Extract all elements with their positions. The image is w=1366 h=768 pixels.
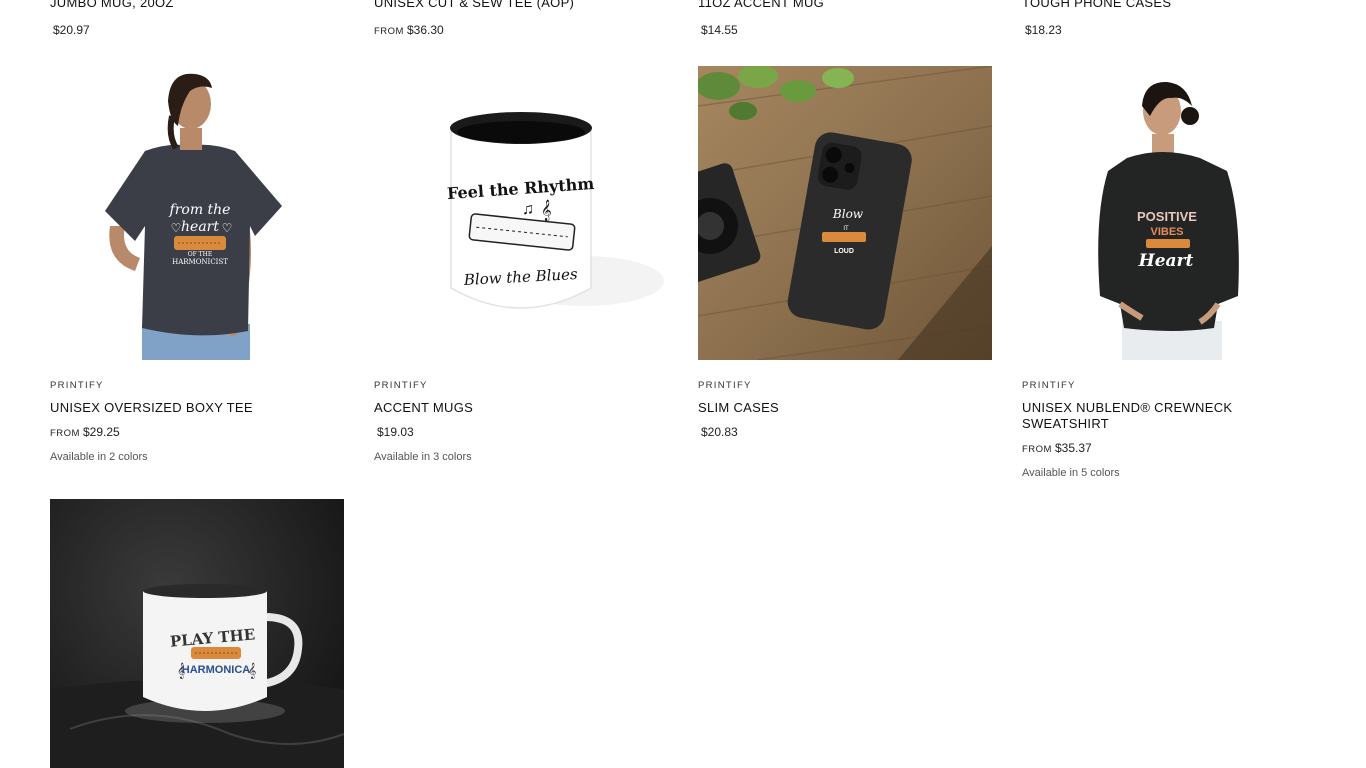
treble-clef-icon: 𝄞	[248, 662, 256, 679]
product-title[interactable]: 11OZ ACCENT MUG	[698, 0, 992, 11]
product-price: FROM $36.30	[374, 23, 444, 37]
product-card-tough-phone-cases[interactable]: TOUGH PHONE CASES $18.23	[1022, 0, 1316, 40]
sweatshirt-print-text-2: VIBES	[1150, 226, 1183, 238]
product-price: $20.97	[53, 23, 90, 37]
treble-clef-icon: 𝄞	[541, 200, 552, 221]
product-image-enamel-mug[interactable]: PLAY THE 𝄞 HARMONICA 𝄞	[50, 499, 344, 768]
product-vendor: PRINTIFY	[698, 380, 752, 391]
product-card-accent-mugs[interactable]: Feel the Rhythm ♫ 𝄞 Blow the Blues PRINT…	[374, 66, 668, 463]
product-price: FROM $35.37	[1022, 441, 1092, 455]
case-print-text-2: IT	[843, 226, 849, 232]
product-card-jumbo-mug[interactable]: JUMBO MUG, 20OZ $20.97	[50, 0, 344, 40]
product-title[interactable]: UNISEX OVERSIZED BOXY TEE	[50, 400, 344, 416]
product-card-boxy-tee[interactable]: from the heart ♡ ♡ OF THE HARMONICIST PR…	[50, 66, 344, 463]
product-vendor: PRINTIFY	[374, 380, 428, 391]
case-print-text-3: LOUD	[834, 248, 854, 255]
product-price: $19.03	[377, 425, 414, 439]
product-card-accent-mug-11oz[interactable]: 11OZ ACCENT MUG $14.55	[698, 0, 992, 40]
product-title[interactable]: TOUGH PHONE CASES	[1022, 0, 1316, 11]
product-image-tee[interactable]: from the heart ♡ ♡ OF THE HARMONICIST	[50, 66, 344, 360]
sweatshirt-print-text-1: POSITIVE	[1137, 209, 1197, 224]
product-price: $20.83	[701, 425, 738, 439]
case-print-text-1: Blow	[832, 207, 864, 221]
product-price: $18.23	[1025, 23, 1062, 37]
product-image-sweatshirt[interactable]: POSITIVE VIBES Heart	[1022, 66, 1316, 360]
tee-print-text-2: heart	[181, 219, 219, 235]
product-color-count: Available in 2 colors	[50, 451, 148, 463]
mug-print-text-2: HARMONICA	[182, 664, 250, 676]
tee-print-text-4: HARMONICIST	[172, 258, 228, 266]
product-card-enamel-mug[interactable]: PLAY THE 𝄞 HARMONICA 𝄞	[50, 499, 344, 768]
product-color-count: Available in 5 colors	[1022, 467, 1120, 479]
product-title[interactable]: UNISEX NUBLEND® CREWNECK SWEATSHIRT	[1022, 400, 1316, 432]
heart-icon: ♡	[222, 221, 233, 235]
music-note-icon: ♫	[522, 201, 534, 218]
product-card-crewneck-sweatshirt[interactable]: POSITIVE VIBES Heart PRINTIFY UNISEX NUB…	[1022, 66, 1316, 479]
product-vendor: PRINTIFY	[1022, 380, 1076, 391]
tee-print-text-3: OF THE	[188, 251, 213, 258]
product-title[interactable]: SLIM CASES	[698, 400, 992, 416]
product-title[interactable]: ACCENT MUGS	[374, 400, 668, 416]
product-image-mug[interactable]: Feel the Rhythm ♫ 𝄞 Blow the Blues	[374, 66, 668, 360]
product-price: FROM $29.25	[50, 425, 120, 439]
heart-icon: ♡	[171, 221, 182, 235]
product-title[interactable]: UNISEX CUT & SEW TEE (AOP)	[374, 0, 668, 11]
product-card-slim-cases[interactable]: Blow IT LOUD PRINTIFY SLIM CASES $20.83	[698, 66, 992, 442]
product-image-phone-case[interactable]: Blow IT LOUD	[698, 66, 992, 360]
product-card-cut-sew-tee[interactable]: UNISEX CUT & SEW TEE (AOP) FROM $36.30	[374, 0, 668, 40]
sweatshirt-print-text-3: Heart	[1138, 251, 1194, 271]
harmonica-icon	[1146, 239, 1190, 248]
harmonica-icon	[822, 232, 866, 242]
product-price: $14.55	[701, 23, 738, 37]
product-title[interactable]: JUMBO MUG, 20OZ	[50, 0, 344, 11]
tee-print-text-1: from the	[169, 202, 231, 218]
product-color-count: Available in 3 colors	[374, 451, 472, 463]
product-vendor: PRINTIFY	[50, 380, 104, 391]
